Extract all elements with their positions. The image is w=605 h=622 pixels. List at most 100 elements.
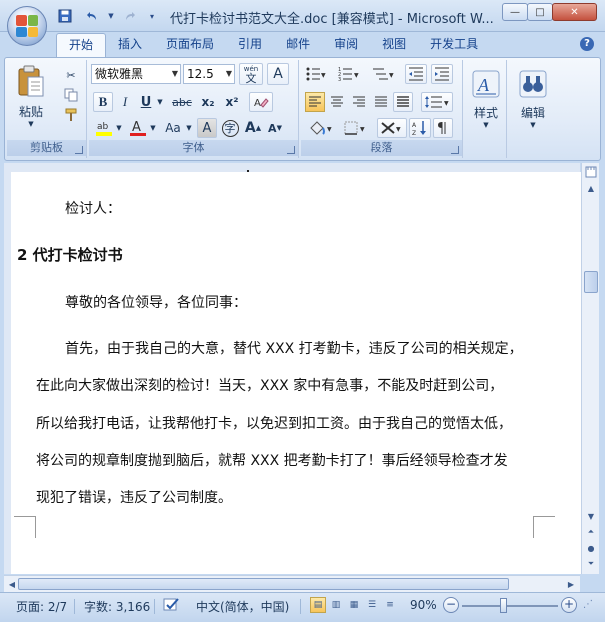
char-shading-button[interactable]: A <box>197 118 217 138</box>
tab-mailings[interactable]: 邮件 <box>274 33 322 57</box>
scroll-left-icon[interactable]: ◀ <box>5 577 19 591</box>
zoom-slider-track[interactable] <box>462 605 558 607</box>
svg-text:▼: ▼ <box>389 72 394 79</box>
multilevel-list-icon[interactable]: ▼ <box>369 64 399 84</box>
outline-view-icon[interactable]: ☰ <box>364 597 380 613</box>
bold-button[interactable]: B <box>93 92 113 112</box>
align-left-icon[interactable] <box>305 92 325 112</box>
ribbon-tabs: 开始 插入 页面布局 引用 邮件 审阅 视图 开发工具 <box>56 33 490 57</box>
full-screen-reading-view-icon[interactable]: ▥ <box>328 597 344 613</box>
zoom-level[interactable]: 90% <box>410 598 437 612</box>
format-painter-icon[interactable] <box>61 106 81 124</box>
body-line: 现犯了错误，违反了公司制度。 <box>36 490 232 506</box>
sort-icon[interactable]: AZ <box>409 118 431 138</box>
line-spacing-icon[interactable]: ▼ <box>421 92 453 112</box>
horizontal-scrollbar[interactable]: ◀ ▶ <box>4 575 580 592</box>
grow-font-button[interactable]: A ▲ <box>243 118 263 138</box>
save-icon[interactable] <box>55 7 75 25</box>
justify-icon[interactable] <box>371 92 391 112</box>
print-layout-view-icon[interactable]: ▤ <box>310 597 326 613</box>
tab-page-layout[interactable]: 页面布局 <box>154 33 226 57</box>
tab-references[interactable]: 引用 <box>226 33 274 57</box>
font-dialog-launcher[interactable] <box>287 146 295 154</box>
horizontal-scroll-thumb[interactable] <box>18 578 509 590</box>
zoom-slider-thumb[interactable] <box>500 598 507 613</box>
borders-icon[interactable]: ▼ <box>341 118 371 138</box>
document-page[interactable]: 检讨人： 2 代打卡检讨书 尊敬的各位领导，各位同事： 首先，由于我自己的大意，… <box>11 172 581 574</box>
bullets-icon[interactable]: ▼ <box>303 64 329 84</box>
scroll-right-icon[interactable]: ▶ <box>564 577 578 591</box>
shading-icon[interactable]: ▼ <box>305 118 337 138</box>
draft-view-icon[interactable]: ≡ <box>382 597 398 613</box>
select-browse-object-icon[interactable]: ● <box>584 541 598 555</box>
show-marks-icon[interactable] <box>433 118 453 138</box>
clipboard-dialog-launcher[interactable] <box>75 146 83 154</box>
tab-insert[interactable]: 插入 <box>106 33 154 57</box>
distributed-icon[interactable] <box>393 92 413 112</box>
cut-icon[interactable]: ✂ <box>61 66 81 84</box>
decrease-indent-icon[interactable] <box>405 64 427 84</box>
chevron-down-icon[interactable]: ▼ <box>149 118 157 138</box>
tab-review[interactable]: 审阅 <box>322 33 370 57</box>
paragraph-dialog-launcher[interactable] <box>451 146 459 154</box>
help-icon[interactable]: ? <box>580 37 594 51</box>
vertical-scrollbar[interactable]: ▲ ▼ ⏶ ● ⏷ <box>581 163 599 574</box>
tab-view[interactable]: 视图 <box>370 33 418 57</box>
subscript-button[interactable]: x₂ <box>197 92 219 112</box>
customize-qat-icon[interactable]: ▾ <box>147 7 157 25</box>
clipboard-group: 粘贴 ▼ ✂ 剪贴板 <box>7 60 87 158</box>
clear-formatting-button[interactable]: A <box>249 92 273 112</box>
web-layout-view-icon[interactable]: ▦ <box>346 597 362 613</box>
previous-page-icon[interactable]: ⏶ <box>584 525 598 539</box>
editing-button[interactable]: 编辑 ▼ <box>513 62 553 136</box>
minimize-button[interactable]: — <box>502 3 528 21</box>
italic-button[interactable]: I <box>115 92 135 112</box>
quick-styles-button[interactable]: A 样式 ▼ <box>467 62 505 136</box>
phonetic-guide-button[interactable]: wén 文 <box>239 63 263 85</box>
strikethrough-button[interactable]: abc <box>169 92 195 112</box>
numbering-icon[interactable]: 1 2 3 ▼ <box>335 64 363 84</box>
chevron-down-icon[interactable]: ▼ <box>185 118 193 138</box>
underline-button[interactable]: U <box>137 92 155 112</box>
superscript-button[interactable]: x² <box>221 92 243 112</box>
chinese-layout-icon[interactable]: ▼ <box>377 118 407 138</box>
font-size-combo[interactable]: 12.5 ▼ <box>183 64 235 84</box>
change-case-button[interactable]: Aa <box>161 118 185 138</box>
tab-home[interactable]: 开始 <box>56 33 107 57</box>
scroll-down-icon[interactable]: ▼ <box>584 509 598 523</box>
copy-icon[interactable] <box>61 86 81 104</box>
next-page-icon[interactable]: ⏷ <box>584 557 598 571</box>
tab-developer[interactable]: 开发工具 <box>418 33 490 57</box>
font-name-value: 微软雅黑 <box>95 67 144 81</box>
font-color-icon: A <box>130 120 146 136</box>
font-color-button[interactable]: A <box>127 118 149 138</box>
zoom-in-button[interactable]: + <box>561 597 577 613</box>
paste-button[interactable]: 粘贴 ▼ <box>11 62 51 130</box>
resize-grip-icon[interactable]: ⋰ <box>583 599 593 610</box>
scroll-up-icon[interactable]: ▲ <box>584 181 598 195</box>
redo-icon[interactable] <box>121 7 141 25</box>
align-right-icon[interactable] <box>349 92 369 112</box>
vertical-scroll-thumb[interactable] <box>584 271 598 293</box>
language-indicator[interactable]: 中文(简体，中国) <box>196 598 289 615</box>
increase-indent-icon[interactable] <box>431 64 453 84</box>
char-border-button[interactable]: A <box>267 63 289 85</box>
chevron-down-icon[interactable]: ▼ <box>115 118 123 138</box>
zoom-out-button[interactable]: − <box>443 597 459 613</box>
chevron-down-icon[interactable]: ▼ <box>107 7 115 25</box>
office-button[interactable] <box>7 6 47 46</box>
proofing-icon[interactable] <box>162 597 182 616</box>
maximize-button[interactable]: □ <box>527 3 553 21</box>
signature-line: 检讨人： <box>65 201 121 217</box>
highlight-button[interactable]: ab <box>93 118 115 138</box>
page-indicator[interactable]: 页面: 2/7 <box>16 598 67 615</box>
chevron-down-icon[interactable]: ▼ <box>155 92 165 112</box>
undo-icon[interactable] <box>81 7 101 25</box>
enclose-chars-button[interactable]: 字 <box>219 118 241 138</box>
align-center-icon[interactable] <box>327 92 347 112</box>
shrink-font-button[interactable]: A ▼ <box>265 118 285 138</box>
font-name-combo[interactable]: 微软雅黑 ▼ <box>91 64 181 84</box>
ruler-toggle-icon[interactable] <box>584 165 598 179</box>
word-count[interactable]: 字数: 3,166 <box>84 598 150 615</box>
close-button[interactable]: ✕ <box>552 3 597 21</box>
